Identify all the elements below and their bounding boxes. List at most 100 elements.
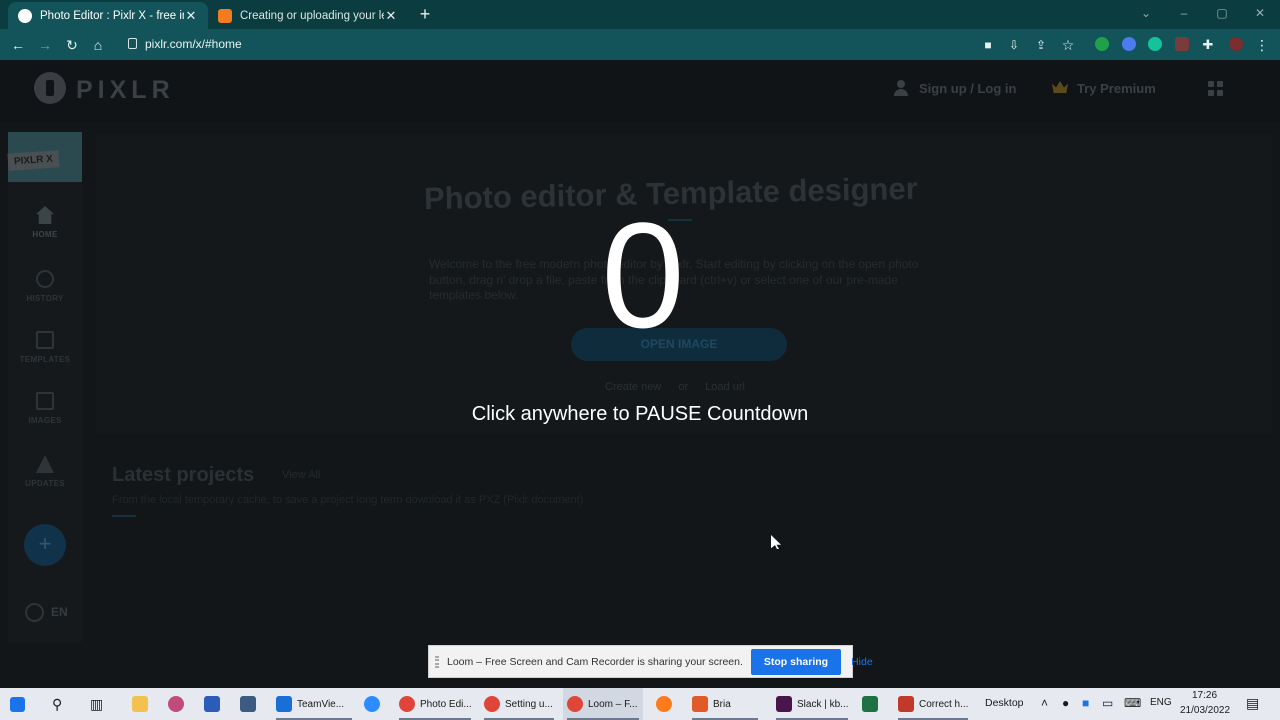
profile-avatar[interactable] <box>1229 37 1243 51</box>
create-new-link[interactable]: Create new <box>605 381 661 393</box>
sidebar-item-label: HISTORY <box>26 294 64 303</box>
puzzle-extensions-icon[interactable]: ✚ <box>1198 35 1218 55</box>
screen: Photo Editor : Pixlr X - free image edit… <box>0 0 1280 720</box>
try-premium-link[interactable]: Try Premium <box>1077 81 1156 96</box>
sidebar-item-label: HOME <box>32 230 58 239</box>
clock-time[interactable]: 17:26 <box>1192 690 1217 701</box>
user-icon <box>893 80 909 96</box>
tab-close-icon[interactable]: ✕ <box>184 8 198 24</box>
sidebar-item-templates[interactable]: TEMPLATES <box>8 323 82 379</box>
taskbar-item-label: TeamVie... <box>297 698 345 710</box>
zoom-icon[interactable] <box>364 688 385 720</box>
windows-start-icon[interactable] <box>10 688 30 720</box>
reload-icon[interactable]: ↻ <box>62 35 82 55</box>
language-label: EN <box>51 605 68 619</box>
taskbar-item-setting[interactable]: Setting u... <box>480 688 558 720</box>
taskbar-item-slack[interactable]: Slack | kb... <box>772 688 852 720</box>
taskbar-item-label: Slack | kb... <box>797 698 849 710</box>
pixlr-logo-icon[interactable] <box>34 72 66 104</box>
drag-handle-icon[interactable] <box>435 655 439 668</box>
install-icon[interactable]: ⇩ <box>1004 35 1024 55</box>
window-close-icon[interactable]: ✕ <box>1250 6 1270 20</box>
f-extension-icon[interactable] <box>1175 37 1189 51</box>
loom-sharing-banner: Loom – Free Screen and Cam Recorder is s… <box>428 645 873 678</box>
create-or-load-links: Create new or Load url <box>605 381 759 393</box>
pixlr-logo-text[interactable]: PIXLR <box>76 76 175 105</box>
firefox-icon[interactable] <box>656 688 677 720</box>
pixlr-favicon-icon <box>18 8 32 23</box>
latest-projects-description: From the local temporary cache, to save … <box>112 494 584 506</box>
star-icon[interactable]: ☆ <box>1058 35 1078 55</box>
tab-close-icon[interactable]: ✕ <box>384 8 398 24</box>
windows-taskbar: ⚲ ▥ TeamVie... Photo Edi... Setting u...… <box>0 688 1280 720</box>
task-view-icon[interactable]: ▥ <box>90 688 108 720</box>
countdown-number[interactable]: 0 <box>578 190 708 360</box>
lock-icon[interactable] <box>128 38 137 49</box>
home-icon <box>36 206 54 224</box>
search-icon[interactable]: ⚲ <box>52 688 70 720</box>
menu-kebab-icon[interactable]: ⋮ <box>1252 35 1272 55</box>
taskbar-item-teamviewer[interactable]: TeamVie... <box>272 688 356 720</box>
pixlr-x-badge-label: PIXLR X <box>7 150 60 171</box>
sidebar-item-home[interactable]: HOME <box>8 198 82 254</box>
snipping-tool-icon[interactable] <box>168 688 189 720</box>
clock-date[interactable]: 21/03/2022 <box>1180 705 1230 716</box>
slack-icon <box>776 696 792 712</box>
home-button-icon[interactable]: ⌂ <box>88 35 108 55</box>
chrome-icon <box>484 696 500 712</box>
globe-icon <box>25 602 44 622</box>
file-explorer-icon[interactable] <box>132 688 153 720</box>
forward-arrow-icon[interactable]: → <box>35 35 55 55</box>
taskbar-item-bria[interactable]: Bria <box>688 688 762 720</box>
maximize-icon[interactable]: ▢ <box>1212 6 1232 20</box>
pixlr-sidebar: PIXLR X HOME HISTORY TEMPLATES IMAGES UP… <box>7 132 82 642</box>
network-icon[interactable]: ■ <box>1082 696 1089 710</box>
browser-tab-strip: Photo Editor : Pixlr X - free image edit… <box>0 0 1280 29</box>
color-extension-icon[interactable] <box>1122 37 1136 51</box>
tab-letterhead[interactable]: Creating or uploading your letterhead ✕ <box>208 2 408 29</box>
address-bar[interactable]: pixlr.com/x/#home <box>145 37 242 51</box>
plus-icon[interactable]: + <box>416 4 434 24</box>
chevron-up-icon[interactable]: ˄ <box>1041 696 1048 710</box>
back-arrow-icon[interactable]: ← <box>8 35 28 55</box>
stop-sharing-button[interactable]: Stop sharing <box>750 648 842 675</box>
add-new-button[interactable]: + <box>24 524 66 566</box>
latest-divider <box>112 515 136 517</box>
taskbar-item-correct[interactable]: Correct h... <box>894 688 972 720</box>
share-icon[interactable]: ⇪ <box>1031 35 1051 55</box>
language-selector[interactable]: EN <box>25 602 68 622</box>
load-url-link[interactable]: Load url <box>705 381 745 393</box>
history-icon <box>36 270 54 288</box>
excel-icon[interactable] <box>862 688 883 720</box>
chevron-down-icon[interactable]: ⌄ <box>1136 6 1156 20</box>
pixlr-x-badge[interactable]: PIXLR X <box>7 132 82 182</box>
taskbar-item-loom[interactable]: Loom – F... <box>563 688 643 720</box>
sidebar-item-updates[interactable]: UPDATES <box>8 447 82 503</box>
battery-icon[interactable]: ▭ <box>1102 696 1113 710</box>
sidebar-item-label: TEMPLATES <box>19 355 71 364</box>
grammarly-extension-icon[interactable] <box>1148 37 1162 51</box>
countdown-instruction[interactable]: Click anywhere to PAUSE Countdown <box>0 403 1280 426</box>
hide-button[interactable]: Hide <box>851 656 873 668</box>
word-icon[interactable] <box>204 688 225 720</box>
view-all-link[interactable]: View All <box>282 469 320 481</box>
signup-login-link[interactable]: Sign up / Log in <box>919 81 1016 96</box>
sidebar-item-history[interactable]: HISTORY <box>8 262 82 318</box>
apps-grid-icon[interactable] <box>1208 81 1223 96</box>
doc-favicon-icon <box>218 8 232 23</box>
input-language[interactable]: ENG <box>1150 697 1172 708</box>
minimize-icon[interactable]: – <box>1174 6 1194 20</box>
taskbar-item-label: Loom – F... <box>588 698 638 710</box>
microphone-icon[interactable]: ● <box>1062 696 1069 710</box>
chrome-icon <box>567 696 583 712</box>
camera-icon[interactable]: ■ <box>978 35 998 55</box>
powershell-icon[interactable] <box>240 688 261 720</box>
evernote-extension-icon[interactable] <box>1095 37 1109 51</box>
latest-projects-title: Latest projects <box>112 464 255 486</box>
notifications-icon[interactable]: ▤ <box>1246 695 1259 712</box>
desktop-toolbar-label[interactable]: Desktop <box>985 697 1024 709</box>
taskbar-item-photo-editor[interactable]: Photo Edi... <box>395 688 475 720</box>
tab-photo-editor[interactable]: Photo Editor : Pixlr X - free image edit… <box>8 2 208 29</box>
taskbar-item-label: Setting u... <box>505 698 553 710</box>
keyboard-icon[interactable]: ⌨ <box>1124 696 1141 710</box>
